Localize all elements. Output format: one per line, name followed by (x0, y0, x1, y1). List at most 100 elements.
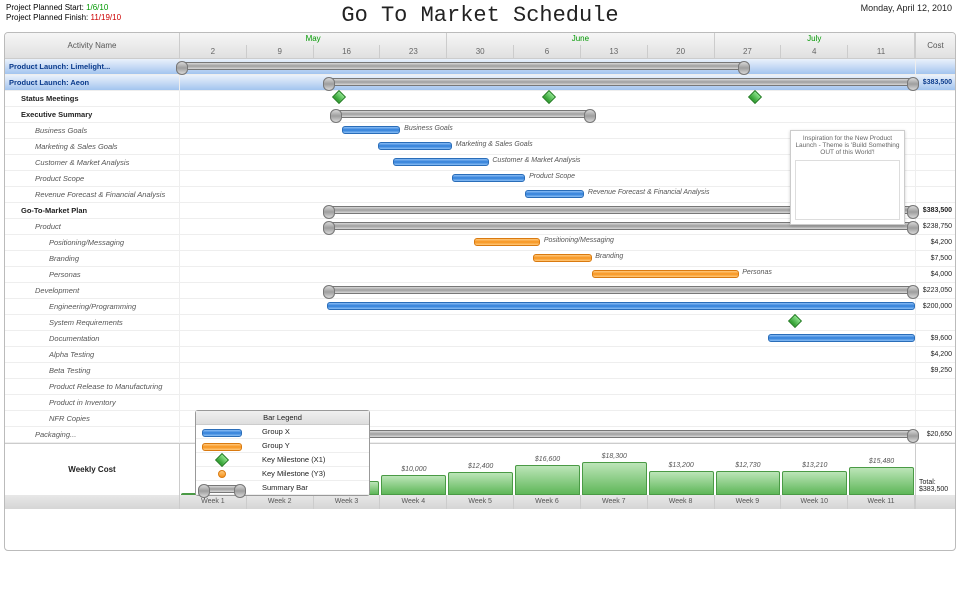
gantt-bar[interactable] (533, 254, 592, 262)
activity-name: Product Launch: Aeon (5, 75, 180, 90)
milestone-icon[interactable] (748, 90, 762, 104)
day-header[interactable]: 6 (514, 45, 581, 59)
timeline-cell[interactable] (180, 395, 915, 410)
day-header[interactable]: 16 (314, 45, 381, 59)
weekly-bar[interactable]: $12,730 (716, 471, 781, 495)
timeline-cell[interactable] (180, 91, 915, 106)
bar-legend[interactable]: Bar Legend Group XGroup YKey Milestone (… (195, 410, 370, 496)
week-label: Week 2 (247, 495, 314, 509)
cost-cell (915, 91, 955, 106)
inspiration-callout[interactable]: Inspiration for the New Product Launch -… (790, 130, 905, 225)
timeline-cell[interactable]: Positioning/Messaging (180, 235, 915, 250)
day-header[interactable]: 13 (581, 45, 648, 59)
timeline-cell[interactable] (180, 331, 915, 346)
day-header[interactable]: 9 (247, 45, 314, 59)
timeline-cell[interactable] (180, 379, 915, 394)
month-header[interactable]: May (180, 33, 447, 45)
gantt-bar[interactable] (378, 142, 452, 150)
gantt-bar[interactable] (327, 302, 915, 310)
day-header[interactable]: 4 (781, 45, 848, 59)
timeline-cell[interactable] (180, 75, 915, 90)
gantt-bar[interactable] (327, 78, 915, 86)
gantt-bar[interactable] (768, 334, 915, 342)
activity-header[interactable]: Activity Name (5, 33, 180, 58)
activity-name: Alpha Testing (5, 347, 180, 362)
timeline-cell[interactable]: Branding (180, 251, 915, 266)
cost-cell (915, 155, 955, 170)
gantt-row[interactable]: PersonasPersonas$4,000 (5, 267, 955, 283)
gantt-bar[interactable] (592, 270, 739, 278)
gantt-row[interactable]: Engineering/Programming$200,000 (5, 299, 955, 315)
activity-name: Product Release to Manufacturing (5, 379, 180, 394)
timeline-cell[interactable] (180, 283, 915, 298)
legend-item: Key Milestone (Y3) (196, 467, 369, 481)
gantt-bar[interactable] (342, 126, 401, 134)
gantt-row[interactable]: Product Launch: Limelight... (5, 59, 955, 75)
weekly-bar[interactable]: $13,200 (649, 471, 714, 495)
day-header[interactable]: 23 (380, 45, 447, 59)
cost-header[interactable]: Cost (915, 33, 955, 58)
weekly-cost-chart: Weekly Cost $0$0$6,000$10,000$12,400$16,… (5, 443, 955, 495)
weekly-bar[interactable]: $16,600 (515, 465, 580, 495)
gantt-bar[interactable] (452, 174, 526, 182)
timeline-header[interactable]: MayJuneJuly 291623306132027411 (180, 33, 915, 58)
cost-cell (915, 107, 955, 122)
month-header[interactable]: July (715, 33, 915, 45)
weekly-bar[interactable]: $13,210 (782, 471, 847, 495)
gantt-bar[interactable] (525, 190, 584, 198)
timeline-cell[interactable] (180, 347, 915, 362)
milestone-icon[interactable] (788, 314, 802, 328)
month-header[interactable]: June (447, 33, 714, 45)
cost-cell: $383,500 (915, 75, 955, 90)
gantt-row[interactable]: Status Meetings (5, 91, 955, 107)
gantt-row[interactable]: Documentation$9,600 (5, 331, 955, 347)
gantt-bar[interactable] (327, 286, 915, 294)
weekly-bar[interactable]: $18,300 (582, 462, 647, 495)
day-header[interactable]: 2 (180, 45, 247, 59)
day-header[interactable]: 11 (848, 45, 915, 59)
weekly-bar[interactable]: $15,480 (849, 467, 914, 495)
activity-name: Beta Testing (5, 363, 180, 378)
gantt-row[interactable]: Alpha Testing$4,200 (5, 347, 955, 363)
weekly-value: $13,210 (783, 462, 846, 469)
weekly-total: Total: $383,500 (915, 444, 955, 495)
timeline-cell[interactable] (180, 59, 915, 74)
weekly-cost-label: Weekly Cost (5, 444, 180, 495)
cost-cell (915, 171, 955, 186)
day-header[interactable]: 30 (447, 45, 514, 59)
gantt-bar[interactable] (327, 430, 915, 438)
gantt-bar[interactable] (334, 110, 591, 118)
gantt-row[interactable]: Packaging...$20,650 (5, 427, 955, 443)
activity-name: NFR Copies (5, 411, 180, 426)
gantt-row[interactable]: Executive Summary (5, 107, 955, 123)
gantt-bar[interactable] (180, 62, 746, 70)
gantt-bar[interactable] (393, 158, 489, 166)
timeline-cell[interactable] (180, 315, 915, 330)
weekly-value: $12,730 (717, 462, 780, 469)
gantt-row[interactable]: Beta Testing $9,250 (5, 363, 955, 379)
milestone-icon[interactable] (542, 90, 556, 104)
gantt-row[interactable]: Development$223,050 (5, 283, 955, 299)
timeline-cell[interactable] (180, 299, 915, 314)
gantt-row[interactable]: Product Launch: Aeon $383,500 (5, 75, 955, 91)
gantt-row[interactable]: Positioning/MessagingPositioning/Messagi… (5, 235, 955, 251)
activity-name: Product (5, 219, 180, 234)
milestone-icon[interactable] (332, 90, 346, 104)
timeline-cell[interactable] (180, 363, 915, 378)
gantt-row[interactable]: NFR Copies (5, 411, 955, 427)
weekly-bar[interactable]: $10,000 (381, 475, 446, 495)
gantt-bar[interactable] (474, 238, 540, 246)
day-header[interactable]: 27 (715, 45, 782, 59)
gantt-row[interactable]: System Requirements (5, 315, 955, 331)
planned-start: 1/6/10 (86, 3, 108, 12)
week-label: Week 7 (581, 495, 648, 509)
activity-name: Packaging... (5, 427, 180, 442)
timeline-cell[interactable]: Personas (180, 267, 915, 282)
weekly-bar[interactable]: $12,400 (448, 472, 513, 495)
cost-cell: $9,250 (915, 363, 955, 378)
timeline-cell[interactable] (180, 107, 915, 122)
gantt-row[interactable]: Product Release to Manufacturing (5, 379, 955, 395)
gantt-row[interactable]: BrandingBranding$7,500 (5, 251, 955, 267)
gantt-row[interactable]: Product in Inventory (5, 395, 955, 411)
day-header[interactable]: 20 (648, 45, 715, 59)
